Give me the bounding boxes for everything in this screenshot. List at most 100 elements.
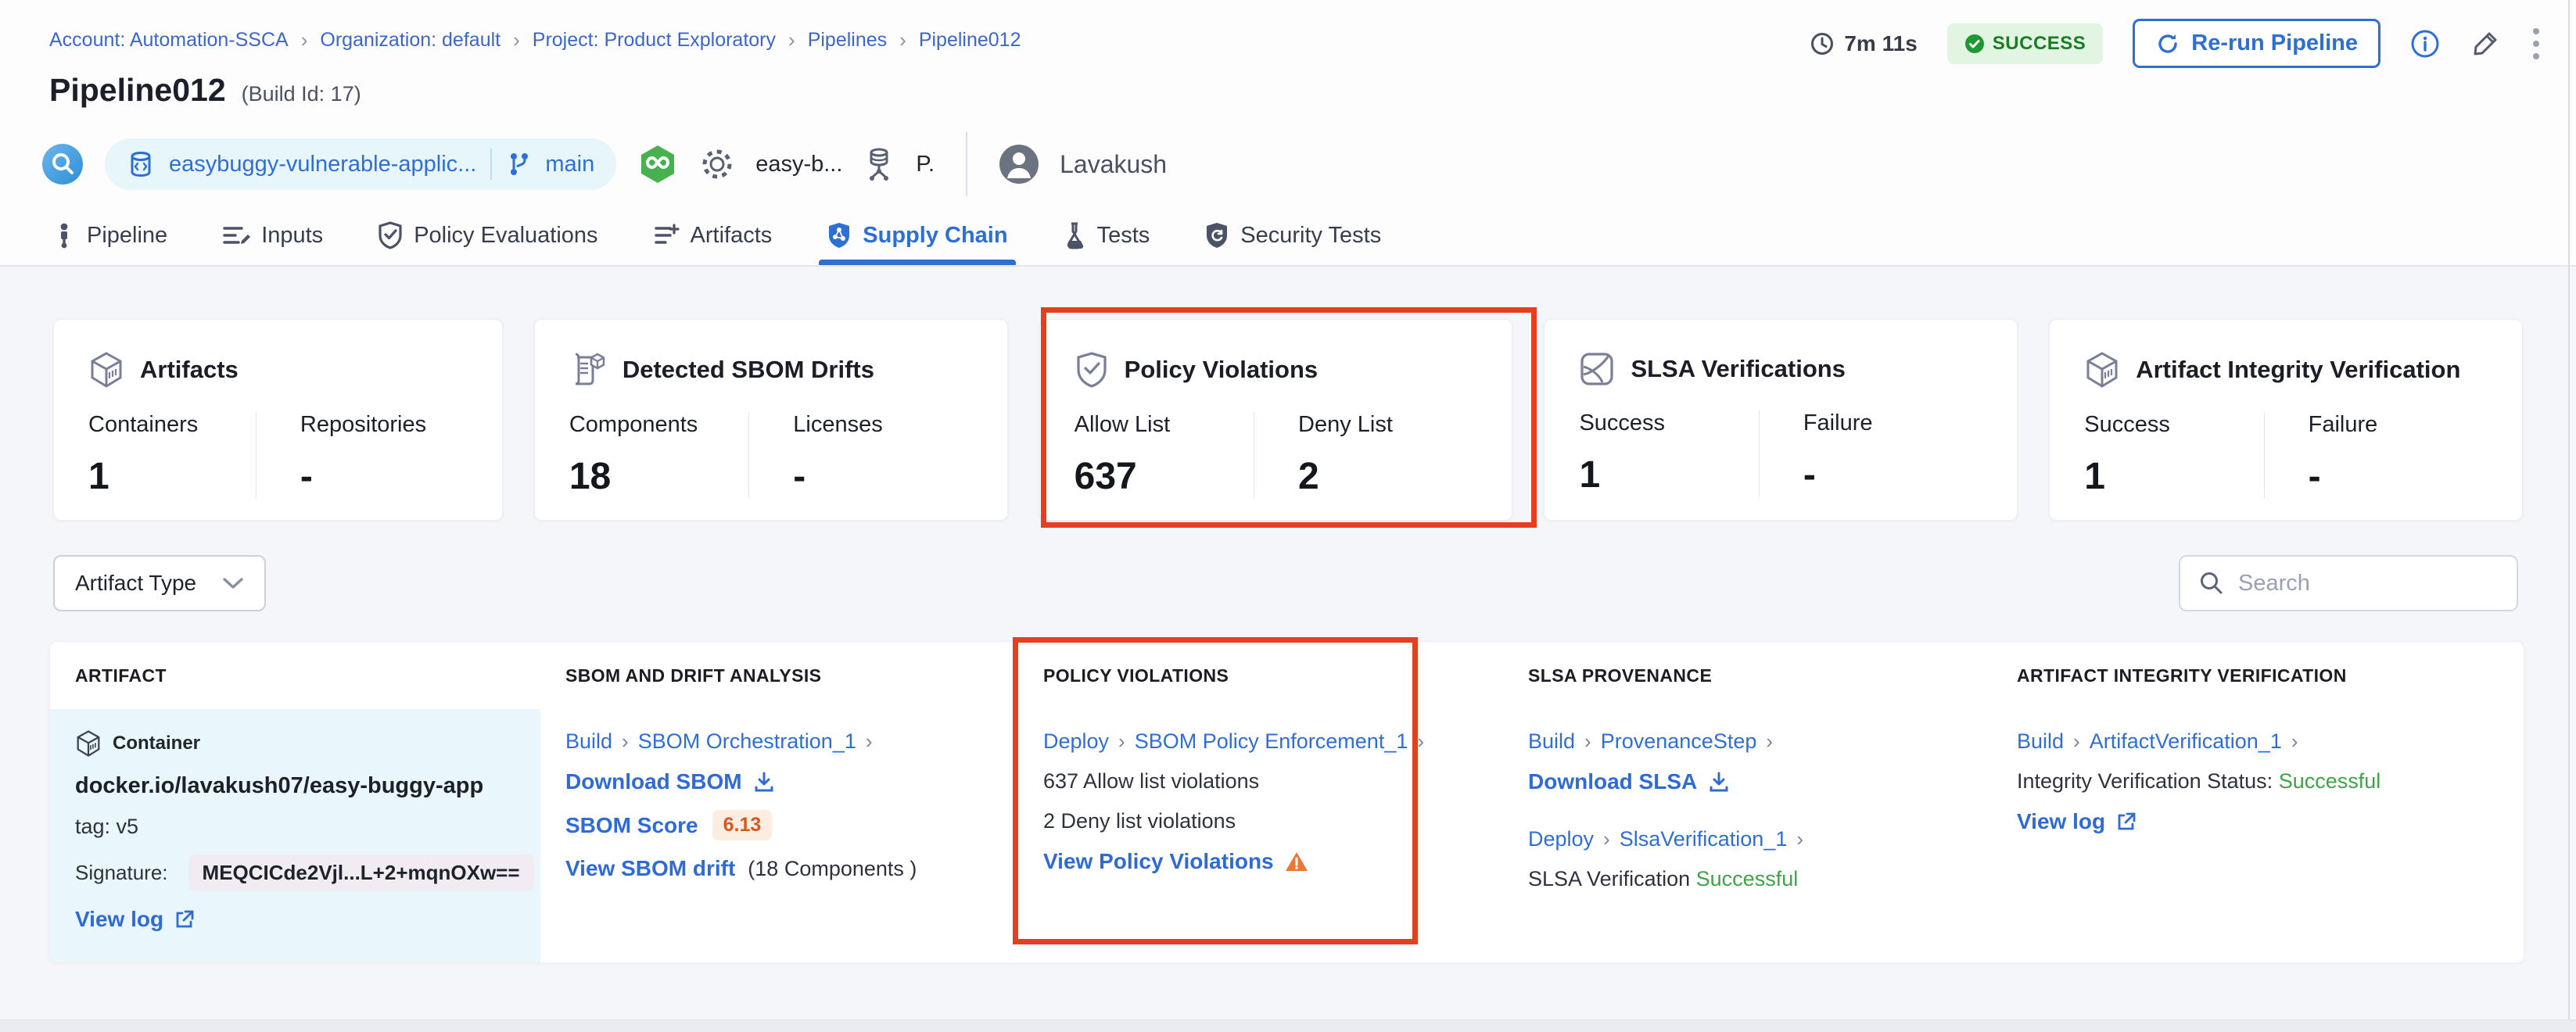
artifact-view-log-link[interactable]: View log [75, 907, 195, 932]
tab-security-tests[interactable]: Security Tests [1201, 206, 1384, 265]
chevron-down-icon [222, 576, 244, 590]
status-text: SUCCESS [1993, 33, 2086, 55]
card-policy-violations: Policy Violations Allow List 637 Deny Li… [1039, 319, 1513, 521]
artifact-cell: Container docker.io/lavakush07/easy-bugg… [50, 709, 540, 963]
table-header-row: ARTIFACT SBOM AND DRIFT ANALYSIS POLICY … [50, 642, 2524, 709]
stat-label: Components [569, 412, 748, 438]
tab-label: Supply Chain [863, 223, 1007, 249]
branch-name-link[interactable]: main [545, 152, 594, 177]
card-title: Detected SBOM Drifts [622, 356, 874, 384]
build-id: (Build Id: 17) [242, 82, 361, 106]
search-input[interactable] [2238, 571, 2498, 597]
download-sbom-link[interactable]: Download SBOM [565, 769, 775, 794]
stat-value: - [793, 455, 972, 498]
policy-step-link[interactable]: SBOM Policy Enforcement_1 [1135, 729, 1408, 754]
breadcrumb-pipeline012[interactable]: Pipeline012 [919, 29, 1021, 52]
stat-label: Failure [1803, 410, 1982, 436]
external-link-icon [2116, 812, 2137, 832]
slsa-step-link[interactable]: ProvenanceStep [1601, 729, 1757, 754]
stat-value: 1 [88, 455, 256, 498]
column-header-slsa: SLSA PROVENANCE [1503, 665, 1992, 686]
view-policy-violations-link[interactable]: View Policy Violations [1043, 849, 1308, 874]
download-slsa-link[interactable]: Download SLSA [1528, 769, 1730, 794]
breadcrumb-account[interactable]: Account: Automation-SSCA [49, 29, 289, 52]
chevron-right-icon [1766, 729, 1773, 754]
integrity-status-value: Successful [2279, 769, 2381, 793]
view-sbom-drift-link[interactable]: View SBOM drift [565, 856, 735, 881]
refresh-icon [2155, 31, 2180, 56]
integrity-cube-icon [2084, 351, 2120, 389]
trigger-suffix: P. [916, 152, 935, 177]
repository-icon [127, 150, 155, 178]
slsa-verify-stage-link[interactable]: Deploy [1528, 827, 1594, 851]
view-log-label: View log [75, 907, 163, 932]
breadcrumb: Account: Automation-SSCA Organization: d… [49, 28, 1021, 52]
chevron-right-icon [622, 729, 629, 754]
tab-bar: Pipeline Inputs Policy Evaluations Artif… [49, 206, 1384, 265]
card-title: Policy Violations [1125, 356, 1318, 384]
breadcrumb-organization[interactable]: Organization: default [320, 29, 500, 52]
stat-label: Containers [88, 412, 256, 438]
artifacts-cube-icon [88, 351, 124, 389]
scrollbar[interactable] [2568, 0, 2570, 1032]
repo-name-link[interactable]: easybuggy-vulnerable-applic... [169, 152, 476, 177]
tab-label: Inputs [261, 223, 323, 249]
trigger-name: easy-b... [755, 152, 842, 177]
shield-check-icon [1075, 351, 1109, 389]
policy-stage-link[interactable]: Deploy [1043, 729, 1109, 754]
pill-divider [490, 149, 492, 180]
column-header-sbom: SBOM AND DRIFT ANALYSIS [540, 665, 1018, 686]
container-cube-icon [75, 729, 102, 758]
tab-policy-evaluations[interactable]: Policy Evaluations [375, 206, 601, 265]
artifact-tag: tag: v5 [75, 815, 138, 839]
chevron-right-icon [1417, 729, 1424, 754]
breadcrumb-pipelines[interactable]: Pipelines [808, 29, 887, 52]
integrity-view-log-link[interactable]: View log [2017, 809, 2137, 834]
tab-inputs[interactable]: Inputs [219, 206, 326, 265]
tab-pipeline[interactable]: Pipeline [49, 206, 170, 265]
artifacts-table: ARTIFACT SBOM AND DRIFT ANALYSIS POLICY … [49, 641, 2524, 963]
chevron-right-icon [2073, 729, 2080, 754]
card-artifact-integrity: Artifact Integrity Verification Success … [2049, 319, 2523, 521]
card-title: Artifacts [140, 356, 239, 384]
signature-label: Signature: [75, 861, 168, 885]
sbom-stage-link[interactable]: Build [565, 729, 612, 754]
download-sbom-label: Download SBOM [565, 769, 742, 794]
tab-label: Tests [1097, 223, 1150, 249]
column-header-artifact: ARTIFACT [50, 665, 540, 686]
rerun-pipeline-button[interactable]: Re-run Pipeline [2133, 19, 2380, 68]
allow-list-violations: 637 Allow list violations [1043, 769, 1259, 794]
stat-value: 1 [1579, 453, 1758, 496]
stat-label: Success [2084, 412, 2263, 438]
user-avatar [999, 144, 1039, 185]
integrity-stage-link[interactable]: Build [2017, 729, 2064, 754]
slsa-verify-step-link[interactable]: SlsaVerification_1 [1620, 827, 1788, 851]
download-icon [753, 771, 775, 793]
chevron-right-icon [2291, 729, 2298, 754]
filter-row: Artifact Type [53, 555, 2523, 613]
stat-value: - [2309, 455, 2488, 498]
tab-artifacts[interactable]: Artifacts [650, 206, 776, 265]
breadcrumb-project[interactable]: Project: Product Exploratory [533, 29, 776, 52]
tab-tests[interactable]: Tests [1060, 206, 1153, 265]
signature-value[interactable]: MEQCICde2Vjl...L+2+mqnOXw== [188, 855, 534, 891]
tab-supply-chain[interactable]: Supply Chain [823, 206, 1010, 265]
rerun-label: Re-run Pipeline [2191, 30, 2358, 56]
sbom-score-link[interactable]: SBOM Score [565, 813, 698, 838]
search-icon [2199, 571, 2224, 596]
sbom-step-link[interactable]: SBOM Orchestration_1 [638, 729, 856, 754]
tab-label: Policy Evaluations [414, 223, 597, 249]
kebab-menu-icon[interactable] [2531, 26, 2542, 62]
integrity-step-link[interactable]: ArtifactVerification_1 [2090, 729, 2282, 754]
chevron-right-icon [301, 28, 308, 52]
stat-label: Licenses [793, 412, 972, 438]
edit-pencil-icon[interactable] [2470, 28, 2501, 59]
policy-cell: Deploy SBOM Policy Enforcement_1 637 All… [1018, 709, 1503, 963]
info-icon[interactable] [2410, 29, 2440, 59]
artifact-type-dropdown[interactable]: Artifact Type [53, 555, 266, 611]
chevron-right-icon [1796, 827, 1803, 851]
slsa-status-label: SLSA Verification [1528, 867, 1690, 890]
slsa-stage-link[interactable]: Build [1528, 729, 1575, 754]
card-title: SLSA Verifications [1631, 355, 1846, 383]
repo-branch-pill: easybuggy-vulnerable-applic... main [105, 138, 616, 190]
